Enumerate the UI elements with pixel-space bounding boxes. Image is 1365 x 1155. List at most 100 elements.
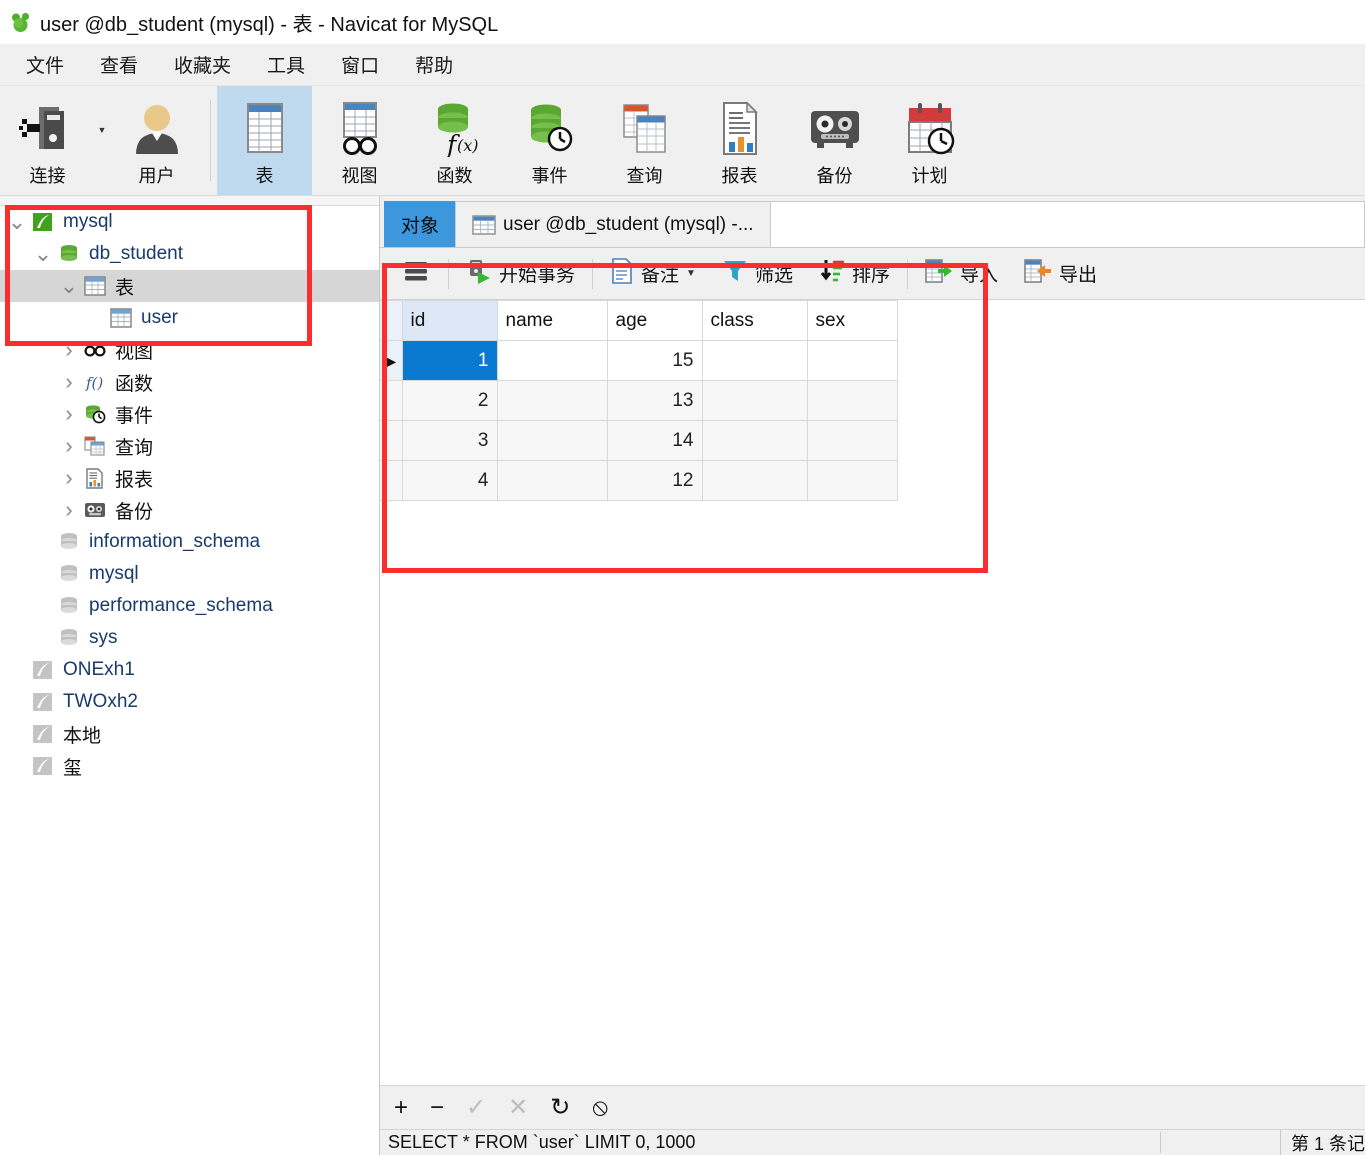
tree-item-mysql[interactable]: ⌄ mysql — [0, 206, 379, 238]
tree-item--[interactable]: › 视图 — [0, 334, 379, 366]
tree-item-db_student[interactable]: ⌄ db_student — [0, 238, 379, 270]
grid-cell-age[interactable]: 13 — [606, 380, 703, 421]
toolbar-button-user[interactable]: 用户 — [109, 86, 204, 195]
grid-cell-id[interactable]: 4 — [401, 460, 498, 501]
toolbar-button-schedule[interactable]: 计划 — [882, 86, 977, 195]
tree-item-user[interactable]: user — [0, 302, 379, 334]
schedule-icon — [904, 98, 956, 160]
connection-tree[interactable]: ⌄ mysql ⌄ db_student ⌄ 表 user › 视图 › f() 函数 › 事件 › 查询 › 报… — [0, 206, 379, 782]
grid-cell-sex[interactable] — [806, 460, 898, 501]
sort-button[interactable]: 排序 — [806, 248, 903, 299]
table-row[interactable]: 4 12 — [380, 460, 898, 501]
tree-item-sys[interactable]: sys — [0, 622, 379, 654]
tree-item-label: ONExh1 — [63, 659, 135, 680]
add-record-icon[interactable]: + — [394, 1095, 408, 1120]
table-row[interactable]: 2 13 — [380, 380, 898, 421]
begin-transaction-button[interactable]: 开始事务 — [453, 248, 588, 299]
table-row[interactable]: 3 14 — [380, 420, 898, 461]
grid-column-header-sex[interactable]: sex — [806, 300, 898, 341]
toolbar-button-function[interactable]: f (x) 函数 — [407, 86, 502, 195]
tab-user-table[interactable]: user @db_student (mysql) -... — [455, 201, 771, 247]
grid-cell-id[interactable]: 3 — [401, 420, 498, 461]
tree-item--[interactable]: › 报表 — [0, 462, 379, 494]
grid-column-header-id[interactable]: id — [401, 300, 498, 341]
grid-row-marker[interactable] — [380, 380, 403, 421]
grid-cell-class[interactable] — [701, 380, 808, 421]
menu-favorites[interactable]: 收藏夹 — [156, 47, 249, 82]
chevron-down-icon[interactable]: ⌄ — [4, 211, 30, 233]
tree-item-twoxh2[interactable]: TWOxh2 — [0, 686, 379, 718]
grid-column-header-name[interactable]: name — [496, 300, 608, 341]
grid-cell-name[interactable] — [496, 420, 608, 461]
grid-cell-age[interactable]: 12 — [606, 460, 703, 501]
filter-button[interactable]: 筛选 — [709, 248, 806, 299]
object-tree-sidebar[interactable]: ⌄ mysql ⌄ db_student ⌄ 表 user › 视图 › f() 函数 › 事件 › 查询 › 报… — [0, 196, 380, 1155]
grid-row-marker[interactable]: ▶ — [380, 340, 403, 381]
grid-cell-name[interactable] — [496, 380, 608, 421]
chevron-right-icon[interactable]: › — [56, 337, 82, 363]
grid-column-header-class[interactable]: class — [701, 300, 808, 341]
table-row[interactable]: ▶ 1 15 — [380, 340, 898, 381]
menu-tools[interactable]: 工具 — [249, 47, 323, 82]
grid-cell-age[interactable]: 15 — [606, 340, 703, 381]
chevron-right-icon[interactable]: › — [56, 401, 82, 427]
refresh-icon[interactable]: ↻ — [550, 1095, 570, 1120]
data-grid[interactable]: id name age class sex ▶ 1 15 2 13 3 14 4 12 — [380, 300, 898, 501]
export-button[interactable]: 导出 — [1011, 248, 1110, 299]
tree-item-onexh1[interactable]: ONExh1 — [0, 654, 379, 686]
hamburger-menu-button[interactable] — [390, 248, 444, 299]
chevron-right-icon[interactable]: › — [56, 497, 82, 523]
delete-record-icon[interactable]: − — [430, 1095, 444, 1120]
menu-view[interactable]: 查看 — [82, 47, 156, 82]
menu-file[interactable]: 文件 — [8, 47, 82, 82]
grid-cell-sex[interactable] — [806, 380, 898, 421]
import-button[interactable]: 导入 — [912, 248, 1011, 299]
tree-item-mysql[interactable]: mysql — [0, 558, 379, 590]
connection-dropdown-caret[interactable]: ▼ — [95, 86, 109, 195]
tree-item--[interactable]: 本地 — [0, 718, 379, 750]
toolbar-label-view: 视图 — [341, 166, 378, 186]
data-grid-wrapper[interactable]: id name age class sex ▶ 1 15 2 13 3 14 4 12 — [380, 300, 1365, 1085]
tree-item--[interactable]: ⌄ 表 — [0, 270, 379, 302]
tree-item-label: db_student — [89, 243, 184, 264]
chevron-right-icon[interactable]: › — [56, 369, 82, 395]
grid-row-marker[interactable] — [380, 420, 403, 461]
tree-item--[interactable]: › 备份 — [0, 494, 379, 526]
grid-cell-sex[interactable] — [806, 340, 898, 381]
chevron-down-icon[interactable]: ▼ — [686, 268, 696, 279]
tree-item--[interactable]: › 查询 — [0, 430, 379, 462]
grid-cell-class[interactable] — [701, 420, 808, 461]
toolbar-button-table[interactable]: 表 — [217, 86, 312, 195]
toolbar-button-backup[interactable]: 备份 — [787, 86, 882, 195]
grid-cell-name[interactable] — [496, 340, 608, 381]
grid-cell-sex[interactable] — [806, 420, 898, 461]
grid-cell-class[interactable] — [701, 460, 808, 501]
toolbar-button-event[interactable]: 事件 — [502, 86, 597, 195]
tab-objects[interactable]: 对象 — [384, 201, 457, 247]
chevron-right-icon[interactable]: › — [56, 465, 82, 491]
chevron-down-icon[interactable]: ⌄ — [56, 275, 82, 297]
chevron-right-icon[interactable]: › — [56, 433, 82, 459]
begin-transaction-label: 开始事务 — [499, 265, 576, 286]
grid-cell-age[interactable]: 14 — [606, 420, 703, 461]
toolbar-button-query[interactable]: 查询 — [597, 86, 692, 195]
grid-cell-name[interactable] — [496, 460, 608, 501]
tree-item--[interactable]: › f() 函数 — [0, 366, 379, 398]
grid-cell-class[interactable] — [701, 340, 808, 381]
grid-cell-id[interactable]: 1 — [401, 340, 498, 381]
grid-row-marker[interactable] — [380, 460, 403, 501]
toolbar-button-connection[interactable]: 连接 — [0, 86, 95, 195]
grid-column-header-age[interactable]: age — [606, 300, 703, 341]
menu-help[interactable]: 帮助 — [397, 47, 471, 82]
toolbar-button-view[interactable]: 视图 — [312, 86, 407, 195]
stop-icon[interactable]: ⦸ — [592, 1095, 608, 1120]
grid-cell-id[interactable]: 2 — [401, 380, 498, 421]
tree-item--[interactable]: › 事件 — [0, 398, 379, 430]
chevron-down-icon[interactable]: ⌄ — [30, 243, 56, 265]
tree-item--[interactable]: 玺 — [0, 750, 379, 782]
note-button[interactable]: 备注 ▼ — [597, 248, 709, 299]
menu-window[interactable]: 窗口 — [323, 47, 397, 82]
tree-item-information_schema[interactable]: information_schema — [0, 526, 379, 558]
toolbar-button-report[interactable]: 报表 — [692, 86, 787, 195]
tree-item-performance_schema[interactable]: performance_schema — [0, 590, 379, 622]
